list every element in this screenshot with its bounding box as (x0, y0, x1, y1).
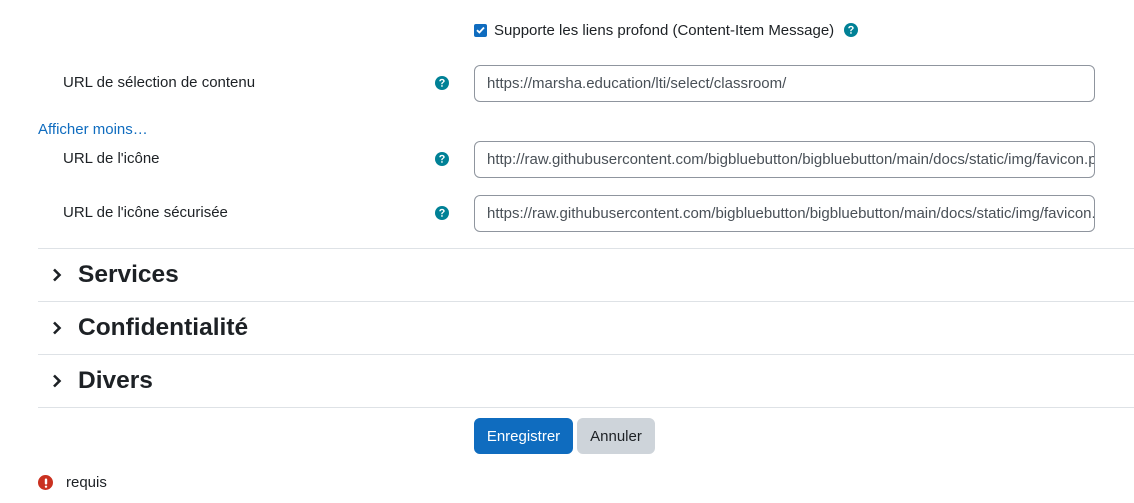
question-circle-icon[interactable] (844, 23, 859, 37)
exclamation-circle-icon (38, 475, 53, 490)
required-legend: requis (66, 474, 107, 491)
section-title: Divers (78, 367, 153, 394)
secure-icon-url-input[interactable]: https://raw.githubusercontent.com/bigblu… (474, 195, 1095, 232)
content-selection-url-label: URL de sélection de contenu (63, 74, 256, 91)
deep-linking-label: Supporte les liens profond (Content-Item… (494, 21, 835, 39)
show-less-link[interactable]: Afficher moins… (38, 121, 148, 138)
save-button[interactable]: Enregistrer (474, 418, 573, 454)
section-divider (38, 407, 1134, 408)
checkmark-icon (476, 26, 485, 34)
cancel-button[interactable]: Annuler (577, 418, 655, 454)
chevron-right-icon (50, 321, 64, 335)
section-privacy[interactable]: Confidentialité (38, 301, 1134, 354)
question-circle-icon[interactable] (435, 152, 449, 166)
secure-icon-url-label: URL de l'icône sécurisée (63, 204, 228, 221)
icon-url-label: URL de l'icône (63, 150, 160, 167)
deep-linking-row: Supporte les liens profond (Content-Item… (474, 20, 859, 40)
section-title: Confidentialité (78, 314, 249, 341)
content-selection-url-input[interactable]: https://marsha.education/lti/select/clas… (474, 65, 1095, 102)
question-circle-icon[interactable] (435, 76, 449, 90)
deep-linking-checkbox[interactable] (474, 23, 487, 37)
section-title: Services (78, 261, 179, 288)
question-circle-icon[interactable] (435, 206, 449, 220)
section-misc[interactable]: Divers (38, 354, 1134, 407)
icon-url-input[interactable]: http://raw.githubusercontent.com/bigblue… (474, 141, 1095, 178)
chevron-right-icon (50, 268, 64, 282)
chevron-right-icon (50, 374, 64, 388)
section-services[interactable]: Services (38, 248, 1134, 301)
